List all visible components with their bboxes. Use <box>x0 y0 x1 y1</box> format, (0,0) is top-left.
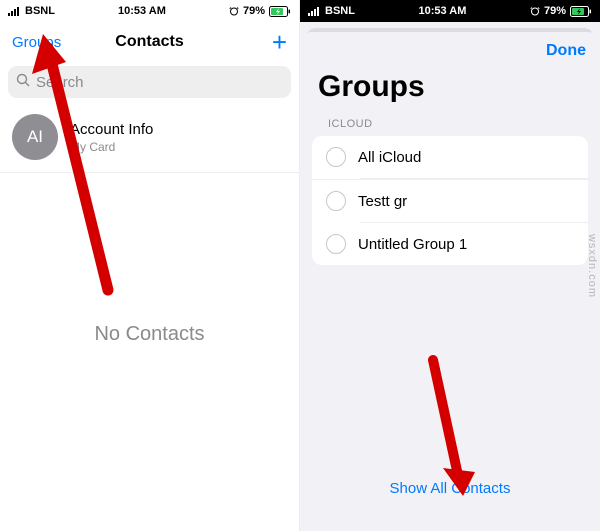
group-row-untitled[interactable]: Untitled Group 1 <box>312 223 588 265</box>
battery-icon <box>570 6 592 17</box>
avatar: AI <box>12 114 58 160</box>
group-row-testt[interactable]: Testt gr <box>312 179 588 222</box>
carrier-label: BSNL <box>25 5 55 17</box>
battery-icon <box>269 6 291 17</box>
my-card-name: Account Info <box>70 121 153 138</box>
battery-pct: 79% <box>544 5 566 17</box>
radio-unchecked-icon <box>326 191 346 211</box>
sheet-title: Groups <box>300 64 600 118</box>
section-header-icloud: ICLOUD <box>300 118 600 136</box>
carrier-label: BSNL <box>325 5 355 17</box>
search-placeholder: Search <box>36 74 84 91</box>
groups-sheet: Done Groups ICLOUD All iCloud Testt gr U… <box>300 32 600 531</box>
search-icon <box>16 73 30 91</box>
groups-screen: BSNL 10:53 AM 79% Done Groups ICLOUD <box>300 0 600 531</box>
empty-state: No Contacts <box>0 323 299 346</box>
radio-unchecked-icon <box>326 234 346 254</box>
status-bar: BSNL 10:53 AM 79% <box>300 0 600 22</box>
radio-unchecked-icon <box>326 147 346 167</box>
signal-icon <box>308 6 322 16</box>
status-bar: BSNL 10:53 AM 79% <box>0 0 299 22</box>
signal-icon <box>8 6 22 16</box>
alarm-icon <box>229 6 239 16</box>
my-card-row[interactable]: AI Account Info My Card <box>0 106 299 173</box>
groups-button[interactable]: Groups <box>12 34 61 51</box>
group-label: All iCloud <box>358 149 421 166</box>
group-row-all-icloud[interactable]: All iCloud <box>312 136 588 178</box>
add-contact-button[interactable]: + <box>272 29 287 55</box>
battery-pct: 79% <box>243 5 265 17</box>
group-label: Testt gr <box>358 193 407 210</box>
watermark: wsxdn.com <box>586 233 598 297</box>
contacts-screen: BSNL 10:53 AM 79% Groups Contacts + <box>0 0 300 531</box>
my-card-sub: My Card <box>70 140 153 154</box>
done-button[interactable]: Done <box>546 42 586 60</box>
group-label: Untitled Group 1 <box>358 236 467 253</box>
clock: 10:53 AM <box>118 5 166 17</box>
nav-bar: Groups Contacts + <box>0 22 299 62</box>
clock: 10:53 AM <box>419 5 467 17</box>
alarm-icon <box>530 6 540 16</box>
groups-list: All iCloud Testt gr Untitled Group 1 <box>312 136 588 265</box>
search-input[interactable]: Search <box>8 66 291 98</box>
show-all-contacts-button[interactable]: Show All Contacts <box>300 480 600 497</box>
